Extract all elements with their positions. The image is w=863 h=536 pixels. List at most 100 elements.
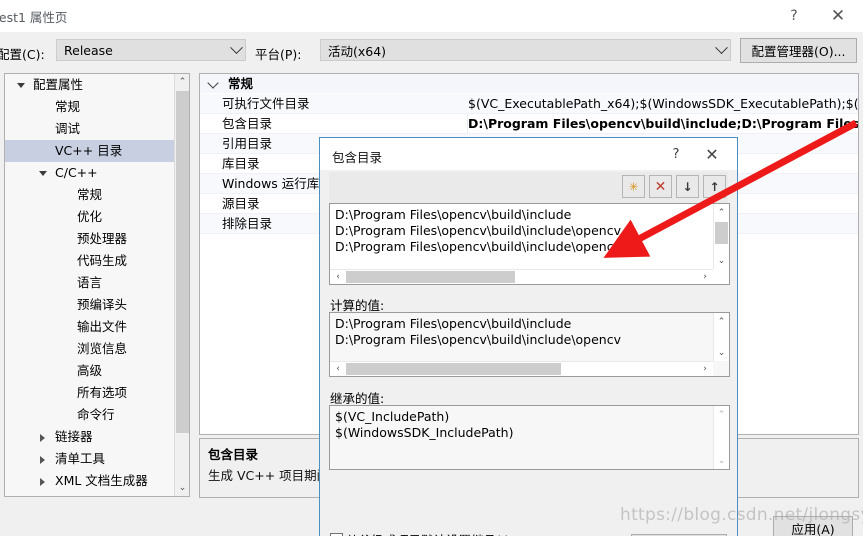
tree-item-5[interactable]: 常规 xyxy=(5,184,175,206)
directories-listbox[interactable]: D:\Program Files\opencv\build\include D:\… xyxy=(329,203,730,285)
tree-scrollbar-thumb[interactable] xyxy=(176,91,189,433)
window-title: test1 属性页 xyxy=(0,10,68,25)
scroll-left-icon[interactable]: ‹ xyxy=(330,362,346,376)
close-icon[interactable]: ✕ xyxy=(817,0,859,32)
scroll-up-icon[interactable]: ⌃ xyxy=(175,74,189,90)
tree-item-11[interactable]: 输出文件 xyxy=(5,316,175,338)
evaluated-value-listbox[interactable]: D:\Program Files\opencv\build\include D:\… xyxy=(329,312,730,377)
dialog-close-icon[interactable]: ✕ xyxy=(697,138,727,170)
platform-select[interactable]: 活动(x64) xyxy=(320,39,731,61)
list-item[interactable]: D:\Program Files\opencv\build\include xyxy=(335,316,711,332)
help-icon[interactable]: ? xyxy=(773,0,815,32)
property-row[interactable]: 可执行文件目录 $(VC_ExecutablePath_x64);$(Window… xyxy=(200,94,858,114)
list-item[interactable]: $(VC_IncludePath) xyxy=(335,409,711,425)
property-name: 源目录 xyxy=(222,196,260,211)
tree-scrollbar[interactable]: ⌃ ⌄ xyxy=(174,74,189,496)
tree-item-18[interactable]: XML 文档生成器 xyxy=(5,470,175,492)
hscroll-thumb[interactable] xyxy=(346,363,561,375)
tree-item-4[interactable]: C/C++ xyxy=(5,162,175,184)
property-value[interactable]: D:\Program Files\opencv\build\include;D:… xyxy=(468,114,858,133)
properties-tree[interactable]: 配置属性 常规 调试 VC++ 目录 C/C++ 常规 优化 预处理器 代码生成 语言 预编译头 输出… xyxy=(4,73,190,497)
tree-item-label: 常规 xyxy=(55,99,81,114)
scroll-down-icon[interactable]: ⌄ xyxy=(714,344,729,361)
dialog-toolbar: ✳ ✕ ↓ ↑ xyxy=(329,172,728,203)
tree-item-2[interactable]: 调试 xyxy=(5,118,175,140)
property-category-header[interactable]: 常规 xyxy=(200,74,858,94)
tree-item-label: 预编译头 xyxy=(77,297,128,312)
configuration-manager-button[interactable]: 配置管理器(O)... xyxy=(740,38,857,63)
inherited-value-listbox[interactable]: $(VC_IncludePath) $(WindowsSDK_IncludePat… xyxy=(329,405,730,470)
new-line-button[interactable]: ✳ xyxy=(622,175,645,198)
tree-item-16[interactable]: 链接器 xyxy=(5,426,175,448)
tree-item-9[interactable]: 语言 xyxy=(5,272,175,294)
tree-item-14[interactable]: 所有选项 xyxy=(5,382,175,404)
evaluated-horizontal-scrollbar[interactable]: ‹ › xyxy=(330,361,713,376)
tree-item-10[interactable]: 预编译头 xyxy=(5,294,175,316)
inherit-checkbox-row[interactable]: 从父级或项目默认设置继承(I) xyxy=(330,530,509,536)
list-item[interactable]: D:\Program Files\opencv\build\include\op… xyxy=(335,332,711,348)
collapse-triangle-icon[interactable] xyxy=(40,456,49,464)
chevron-down-icon xyxy=(227,40,245,60)
move-down-button[interactable]: ↓ xyxy=(676,175,699,198)
list-item[interactable]: D:\Program Files\opencv\build\include xyxy=(335,207,711,223)
configuration-value: Release xyxy=(64,42,113,58)
property-value[interactable]: $(VC_ExecutablePath_x64);$(WindowsSDK_Ex… xyxy=(468,94,858,113)
scroll-right-icon[interactable]: › xyxy=(697,270,713,284)
scroll-up-icon[interactable]: ⌃ xyxy=(714,204,729,221)
window-title-bar: test1 属性页 ? ✕ xyxy=(0,0,863,32)
scroll-down-icon[interactable]: ⌄ xyxy=(714,452,729,469)
tree-item-6[interactable]: 优化 xyxy=(5,206,175,228)
tree-item-label: 浏览信息 xyxy=(77,341,128,356)
dialog-help-icon[interactable]: ? xyxy=(661,138,691,170)
tree-item-19[interactable]: 浏览信息 xyxy=(5,492,175,496)
tree-item-label: 优化 xyxy=(77,209,103,224)
tree-item-13[interactable]: 高级 xyxy=(5,360,175,382)
tree-item-label: 命令行 xyxy=(77,407,115,422)
dialog-body: ✳ ✕ ↓ ↑ D:\Program Files\opencv\build\inclu… xyxy=(320,170,737,536)
property-name: 可执行文件目录 xyxy=(222,96,310,111)
listbox-horizontal-scrollbar[interactable]: ‹ › xyxy=(330,269,713,284)
property-row[interactable]: 包含目录 D:\Program Files\opencv\build\includ… xyxy=(200,114,858,134)
tree-item-17[interactable]: 清单工具 xyxy=(5,448,175,470)
chevron-down-icon xyxy=(712,40,730,60)
delete-button[interactable]: ✕ xyxy=(649,175,672,198)
scroll-left-icon[interactable]: ‹ xyxy=(330,270,346,284)
expand-triangle-icon[interactable] xyxy=(39,171,47,180)
tree-item-0[interactable]: 配置属性 xyxy=(5,74,175,96)
property-name: 引用目录 xyxy=(222,136,273,151)
expand-triangle-icon[interactable] xyxy=(17,83,25,92)
list-item[interactable]: $(WindowsSDK_IncludePath) xyxy=(335,425,711,441)
vscroll-thumb[interactable] xyxy=(715,222,728,244)
platform-label: 平台(P): xyxy=(255,47,302,62)
move-up-button[interactable]: ↑ xyxy=(703,175,726,198)
tree-item-12[interactable]: 浏览信息 xyxy=(5,338,175,360)
scroll-right-icon[interactable]: › xyxy=(697,362,713,376)
property-name: Windows 运行库 xyxy=(222,176,320,191)
tree-item-1[interactable]: 常规 xyxy=(5,96,175,118)
hscroll-thumb[interactable] xyxy=(346,271,515,283)
tree-item-label: 预处理器 xyxy=(77,231,128,246)
dialog-title-bar: 包含目录 ? ✕ xyxy=(320,138,737,170)
collapse-triangle-icon[interactable] xyxy=(40,478,49,486)
listbox-vertical-scrollbar[interactable]: ⌃ ⌄ xyxy=(713,204,729,269)
evaluated-vertical-scrollbar[interactable]: ⌃ ⌄ xyxy=(713,313,729,361)
tree-item-8[interactable]: 代码生成 xyxy=(5,250,175,272)
tree-item-7[interactable]: 预处理器 xyxy=(5,228,175,250)
move-up-icon: ↑ xyxy=(709,179,720,194)
scroll-down-icon[interactable]: ⌄ xyxy=(714,252,729,269)
collapse-triangle-icon[interactable] xyxy=(40,434,49,442)
tree-item-label: 高级 xyxy=(77,363,103,378)
configuration-select[interactable]: Release xyxy=(56,39,246,61)
include-directories-dialog: 包含目录 ? ✕ ✳ ✕ ↓ ↑ D:\Program Files\opencv\bu… xyxy=(319,137,738,536)
list-item[interactable]: D:\Program Files\opencv\build\include\op… xyxy=(335,223,711,239)
tree-item-3[interactable]: VC++ 目录 xyxy=(5,140,175,162)
inherited-vertical-scrollbar[interactable]: ⌃ ⌄ xyxy=(713,406,729,469)
tree-item-label: 所有选项 xyxy=(77,385,128,400)
scroll-up-icon[interactable]: ⌃ xyxy=(714,406,729,423)
list-item[interactable]: D:\Program Files\opencv\build\include\op… xyxy=(335,239,711,255)
tree-item-15[interactable]: 命令行 xyxy=(5,404,175,426)
scroll-down-icon[interactable]: ⌄ xyxy=(175,480,189,496)
tree-item-label: 语言 xyxy=(77,275,103,290)
move-down-icon: ↓ xyxy=(682,179,693,194)
scroll-up-icon[interactable]: ⌃ xyxy=(714,313,729,330)
